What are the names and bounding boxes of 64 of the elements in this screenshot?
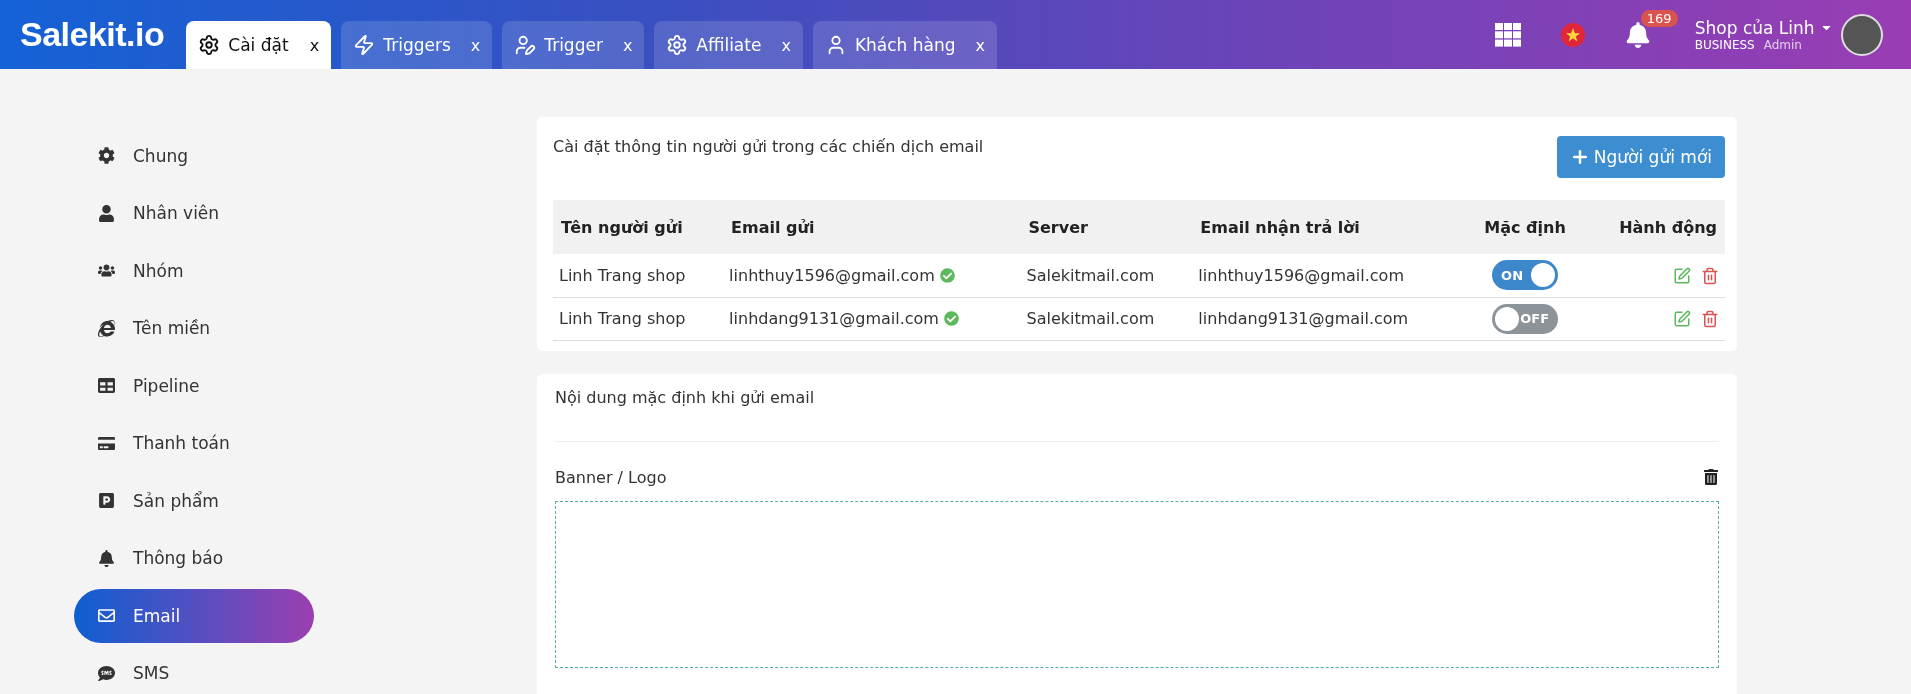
column-header: Hành động — [1585, 200, 1725, 254]
table-cell: linhdang9131@gmail.com — [729, 309, 939, 328]
sidebar-item[interactable]: Tên miền — [74, 301, 314, 355]
sidebar-item[interactable]: Nhân viên — [74, 186, 314, 240]
gear-icon — [666, 34, 689, 56]
trash-icon[interactable] — [1703, 469, 1719, 485]
role-label: Admin — [1763, 37, 1802, 52]
avatar[interactable] — [1841, 13, 1883, 56]
table-cell: linhdang9131@gmail.com — [1198, 309, 1409, 328]
close-button[interactable]: x — [975, 35, 985, 55]
close-button[interactable]: x — [622, 35, 633, 55]
sidebar-item[interactable]: SMS — [74, 646, 314, 694]
toggle-switch[interactable]: ON — [1492, 260, 1559, 291]
browser-e-icon — [98, 319, 115, 337]
column-header: Email nhận trả lời — [1192, 200, 1466, 254]
sidebar-item[interactable]: Thông báo — [74, 531, 314, 585]
bolt-icon — [353, 34, 376, 56]
column-header: Email gửi — [723, 200, 1021, 254]
tab[interactable]: Trigger x — [502, 21, 645, 69]
bell-icon — [98, 549, 115, 567]
grid-icon[interactable] — [1494, 22, 1521, 47]
envelope-icon — [98, 607, 115, 625]
column-header: Mặc định — [1465, 200, 1585, 254]
tab[interactable]: Affiliate x — [654, 21, 803, 69]
close-button[interactable]: x — [309, 35, 320, 55]
column-header: Tên người gửi — [553, 200, 724, 254]
sidebar-item[interactable]: Email — [74, 589, 314, 643]
sidebar-item[interactable]: Chung — [74, 129, 314, 183]
tab[interactable]: Cài đặt x — [186, 21, 332, 69]
logo[interactable]: Salekit.io — [20, 15, 165, 54]
table-cell: linhthuy1596@gmail.com — [1198, 265, 1404, 285]
edit-icon[interactable] — [1673, 267, 1691, 285]
banner-label: Banner / Logo — [555, 467, 667, 487]
close-button[interactable]: x — [470, 35, 481, 55]
table-icon — [98, 377, 115, 395]
flag-icon[interactable] — [1560, 22, 1585, 47]
sidebar-item[interactable]: Thanh toán — [74, 416, 314, 470]
bell-icon[interactable] — [1624, 21, 1651, 48]
table-cell: Linh Trang shop — [559, 265, 686, 285]
edit-icon[interactable] — [1673, 310, 1691, 329]
plan-label: BUSINESS — [1694, 37, 1755, 52]
new-sender-button[interactable]: Người gửi mới — [1556, 136, 1725, 178]
user-icon — [98, 204, 115, 222]
credit-card-icon — [98, 434, 115, 452]
sidebar-item[interactable]: Nhóm — [74, 244, 314, 298]
gear-icon — [98, 147, 115, 165]
tab[interactable]: Khách hàng x — [812, 21, 997, 69]
gear-icon — [198, 34, 221, 56]
tab[interactable]: Triggers x — [341, 21, 493, 69]
table-cell: Linh Trang shop — [559, 309, 686, 328]
card-title: Nội dung mặc định khi gửi email — [555, 387, 816, 407]
account-name[interactable]: Shop của Linh — [1694, 17, 1833, 38]
notification-count: 169 — [1640, 9, 1678, 27]
sidebar-item[interactable]: Sản phẩm — [74, 474, 314, 528]
user-pen-icon — [514, 34, 537, 56]
table-cell: Salekitmail.com — [1026, 265, 1155, 285]
table-cell: linhthuy1596@gmail.com — [729, 265, 935, 285]
sms-bubble-icon — [98, 664, 115, 682]
table-cell: Salekitmail.com — [1026, 309, 1155, 328]
card-title: Cài đặt thông tin người gửi trong các chiến dịch email — [553, 137, 984, 156]
toggle-switch[interactable]: OFF — [1492, 303, 1559, 334]
column-header: Server — [1020, 200, 1193, 254]
close-button[interactable]: x — [781, 35, 791, 55]
sidebar-item[interactable]: Pipeline — [74, 359, 314, 413]
